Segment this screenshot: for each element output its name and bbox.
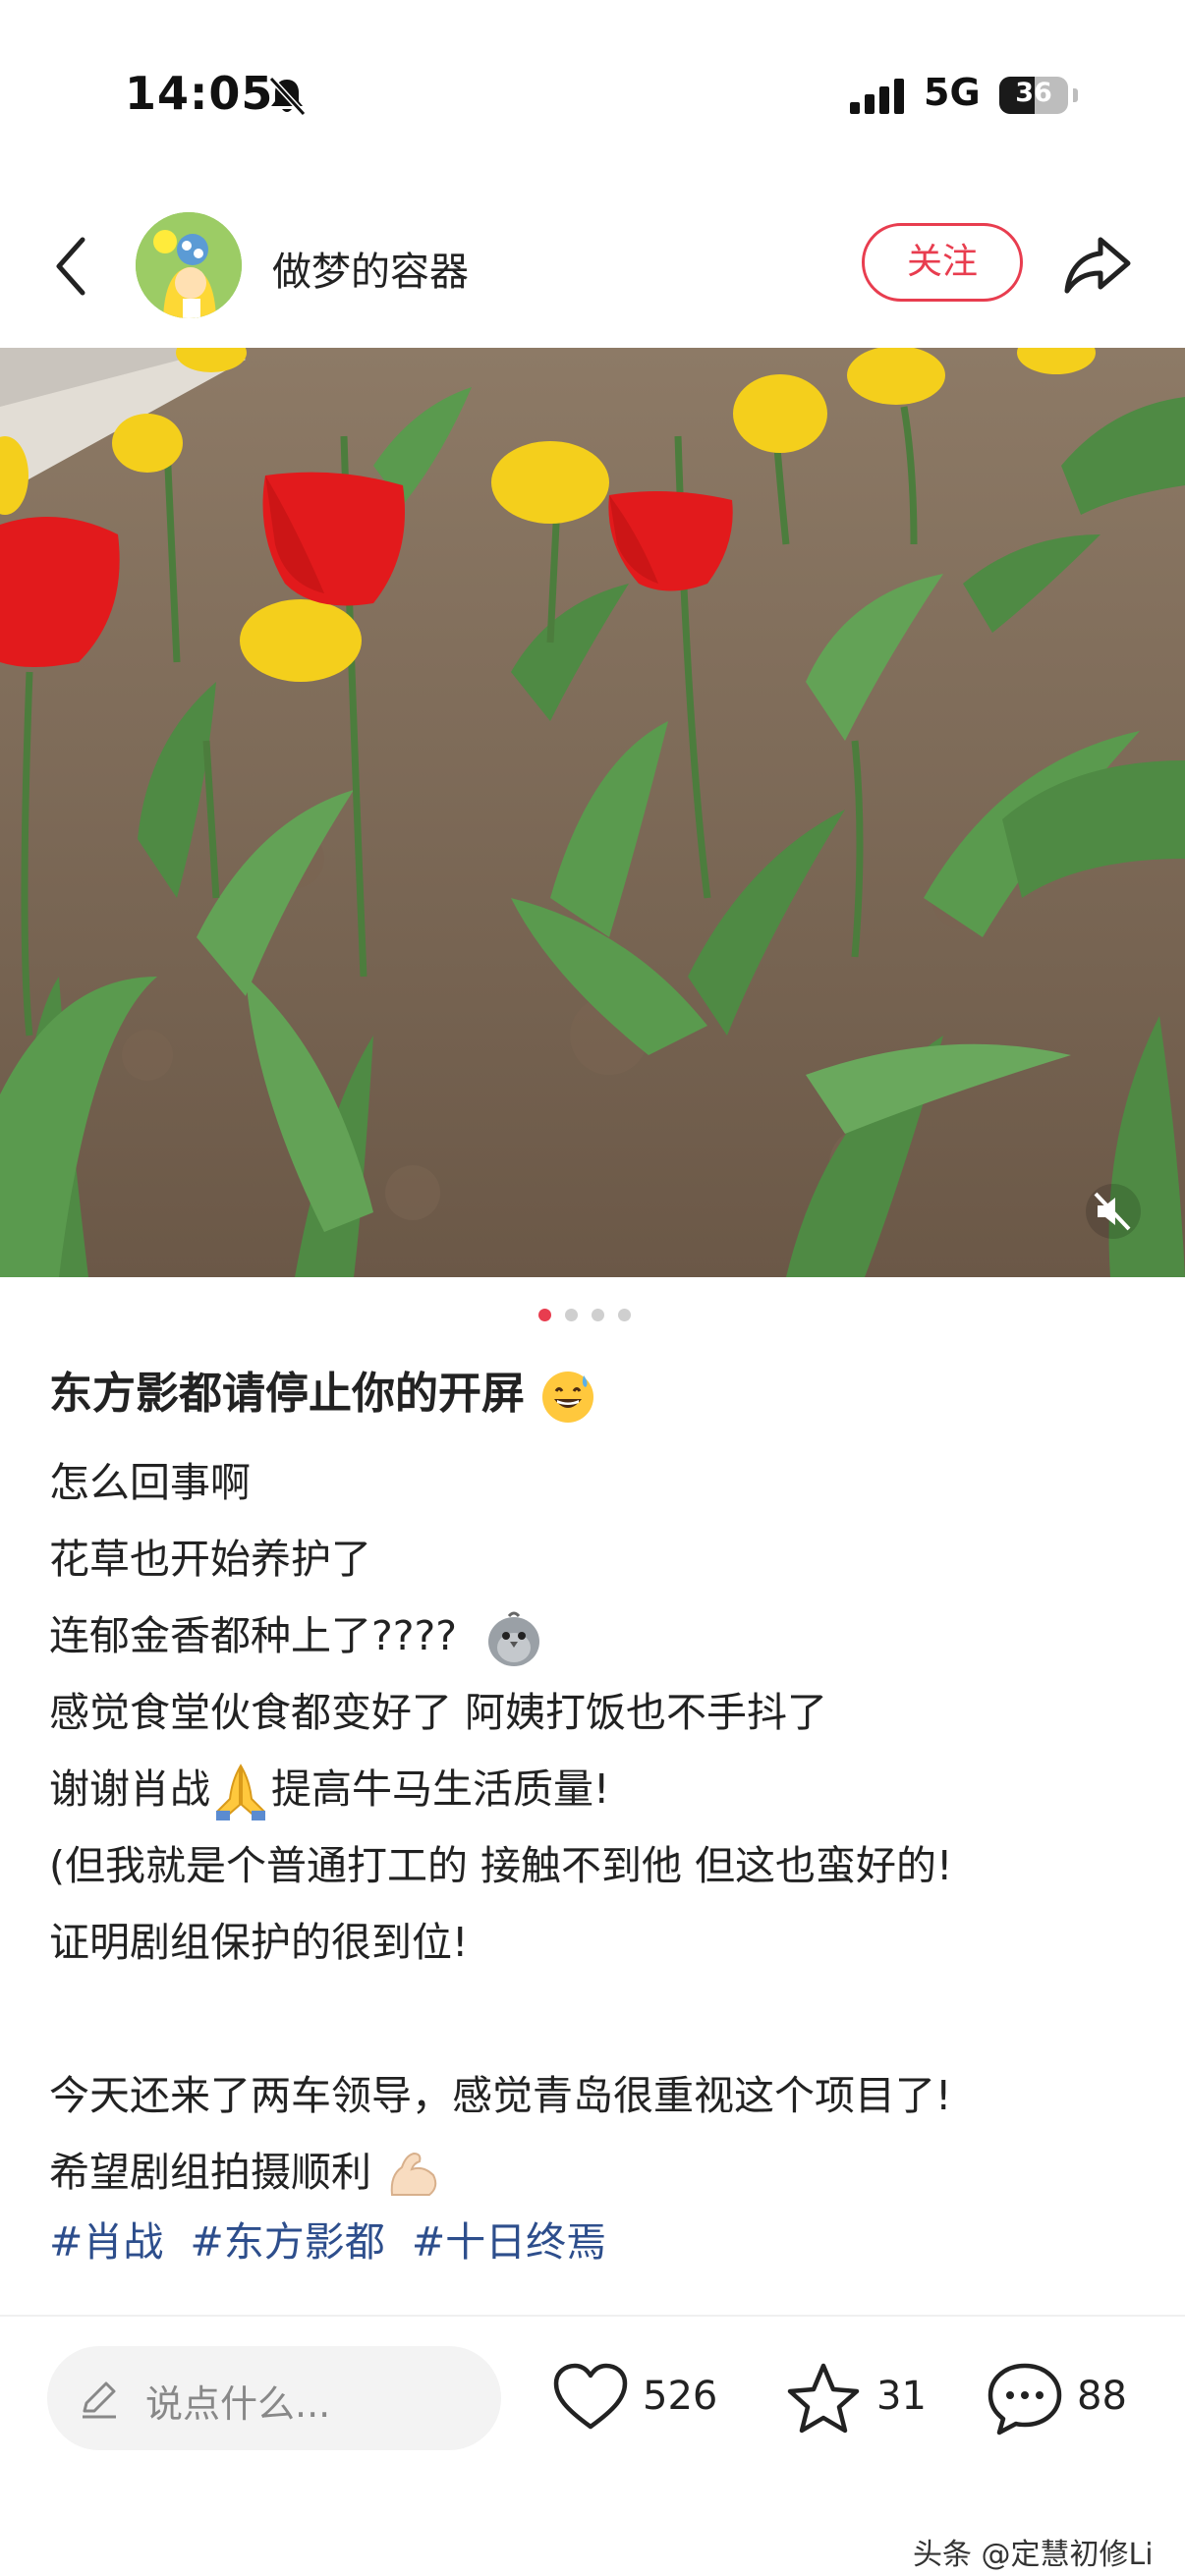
follow-button[interactable]: 关注	[862, 223, 1023, 302]
pencil-icon	[83, 2381, 116, 2419]
source-watermark: 头条 @定慧初修Li	[913, 2538, 1154, 2572]
post-line: 怎么回事啊	[49, 1459, 251, 1506]
post-title: 东方影都请停止你的开屏	[49, 1358, 596, 1425]
like-button[interactable]: 526	[552, 2356, 729, 2440]
comment-placeholder: 说点什么...	[145, 2382, 331, 2426]
post-line: 谢谢肖战 提高牛马生活质量!	[49, 1751, 1140, 1827]
heart-icon	[553, 2363, 628, 2430]
post-line: 感觉食堂伙食都变好了 阿姨打饭也不手抖了	[49, 1689, 828, 1736]
network-type: 5G	[924, 71, 981, 114]
grinning-sweat-emoji-icon	[542, 1372, 594, 1423]
post-line: (但我就是个普通打工的 接触不到他 但这也蛮好的!	[49, 1842, 953, 1889]
bottom-divider	[0, 2315, 1185, 2317]
star-icon	[787, 2363, 860, 2434]
battery-icon: 36	[999, 77, 1068, 114]
post-line-text: 希望剧组拍摄顺利	[49, 2149, 371, 2196]
post-line: 连郁金香都种上了????	[49, 1597, 1140, 1674]
post-line: 希望剧组拍摄顺利	[49, 2134, 1140, 2211]
comment-count: 88	[1077, 2374, 1127, 2419]
share-icon[interactable]	[1061, 230, 1136, 299]
carousel-dot	[538, 1309, 551, 1321]
comment-input[interactable]: 说点什么...	[47, 2346, 501, 2450]
hashtag-link[interactable]: #十日终焉	[412, 2218, 606, 2266]
post-photo[interactable]	[0, 348, 1185, 1277]
hashtag-row: #肖战 #东方影都 #十日终焉	[49, 2209, 620, 2268]
favorite-button[interactable]: 31	[786, 2356, 933, 2440]
post-line-text: 谢谢肖战	[49, 1765, 210, 1813]
post-line-text: 连郁金香都种上了????	[49, 1612, 458, 1659]
post-line-text: 提高牛马生活质量!	[271, 1765, 610, 1813]
tulip-photo-image	[0, 348, 1185, 1277]
post-line: 花草也开始养护了	[49, 1536, 371, 1583]
post-body: 怎么回事啊 花草也开始养护了 连郁金香都种上了???? 感觉食堂伙食都变好了 阿…	[49, 1444, 1140, 2211]
comment-bubble-icon	[988, 2363, 1062, 2436]
status-time: 14:05	[125, 67, 274, 120]
praying-hands-icon	[216, 1764, 265, 1820]
carousel-dot	[565, 1309, 578, 1321]
bell-muted-icon	[268, 76, 307, 117]
battery-tip	[1073, 88, 1078, 102]
back-arrow-icon[interactable]	[47, 232, 96, 301]
battery-level: 36	[1015, 78, 1052, 108]
flexed-biceps-icon	[390, 2152, 437, 2196]
bird-sticker-icon	[488, 1611, 540, 1666]
post-line: 证明剧组保护的很到位!	[49, 1919, 469, 1966]
cellular-signal-icon	[850, 79, 904, 114]
carousel-dot	[618, 1309, 631, 1321]
post-line: 今天还来了两车领导，感觉青岛很重视这个项目了!	[49, 2072, 952, 2119]
carousel-dot	[592, 1309, 604, 1321]
favorite-count: 31	[876, 2374, 927, 2419]
comment-button[interactable]: 88	[987, 2356, 1144, 2440]
post-header: 做梦的容器 关注	[0, 196, 1185, 334]
mute-icon[interactable]	[1084, 1182, 1143, 1241]
hashtag-link[interactable]: #东方影都	[190, 2218, 384, 2266]
author-avatar[interactable]	[136, 212, 242, 318]
hashtag-link[interactable]: #肖战	[49, 2218, 163, 2266]
post-title-text: 东方影都请停止你的开屏	[49, 1369, 525, 1419]
like-count: 526	[643, 2374, 718, 2419]
status-bar: 14:05 5G 36	[0, 0, 1185, 187]
carousel-indicator	[538, 1307, 645, 1321]
author-name[interactable]: 做梦的容器	[272, 240, 469, 297]
